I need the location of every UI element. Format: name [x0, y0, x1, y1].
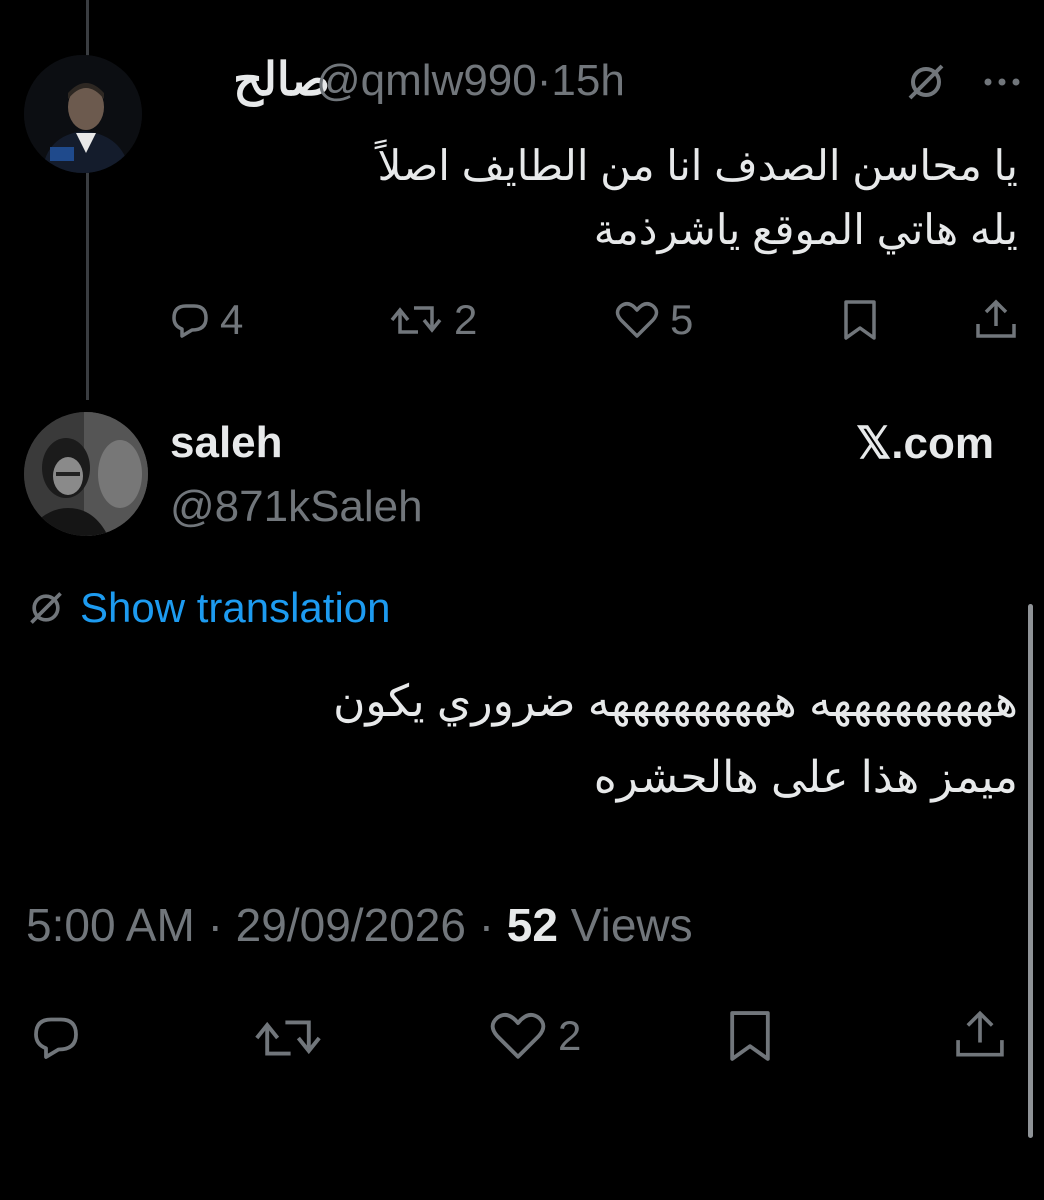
scrollbar[interactable] [1028, 604, 1033, 1138]
bookmark-icon[interactable] [722, 1008, 778, 1069]
reply-handle[interactable]: @qmlw990 [316, 56, 537, 105]
like-count: 2 [558, 1012, 582, 1059]
like-count: 5 [670, 296, 694, 343]
separator: · [207, 899, 223, 951]
share-icon[interactable] [950, 1006, 1010, 1067]
main-display-name[interactable]: saleh [170, 418, 283, 468]
main-text-line: هههههههههه هههههههههه ضروري يكون [333, 677, 1018, 726]
repost-button[interactable]: 2 [388, 296, 477, 344]
translate-icon[interactable] [904, 60, 948, 109]
show-translation-label: Show translation [80, 584, 391, 631]
repost-icon [255, 1020, 321, 1056]
tweet-meta: 5:00 AM · 29/09/2026 · 52 Views [26, 898, 693, 952]
avatar[interactable] [24, 55, 142, 173]
avatar[interactable] [24, 412, 148, 536]
bookmark-icon[interactable] [840, 298, 880, 347]
like-button[interactable]: 2 [488, 1010, 581, 1062]
reply-button[interactable] [26, 1012, 86, 1067]
show-translation-link[interactable]: Show translation [26, 584, 391, 632]
reply-text-line: يا محاسن الصدف انا من الطايف اصلاً [377, 142, 1018, 189]
translate-icon [30, 592, 62, 624]
views-label: Views [570, 899, 693, 951]
comment-icon [34, 1017, 78, 1059]
reply-text: يا محاسن الصدف انا من الطايف اصلاً يله ه… [158, 134, 1018, 262]
separator: · [536, 56, 552, 105]
reply-time[interactable]: 15h [551, 56, 624, 105]
main-text: هههههههههه هههههههههه ضروري يكون ميمز هذ… [28, 664, 1018, 816]
tweet-date[interactable]: 29/09/2026 [236, 899, 466, 951]
separator: · [478, 899, 495, 951]
main-text-line: ميمز هذا على هالحشره [593, 753, 1018, 802]
share-icon[interactable] [972, 296, 1020, 347]
source-watermark: 𝕏.com [855, 419, 994, 468]
repost-icon [390, 306, 442, 334]
avatar-photo [24, 55, 142, 173]
comment-icon [172, 304, 208, 338]
reply-count: 4 [220, 296, 244, 343]
reply-text-line: يله هاتي الموقع ياشرذمة [593, 206, 1018, 253]
repost-count: 2 [454, 296, 478, 343]
reply-button[interactable]: 4 [170, 296, 243, 344]
views-count: 52 [506, 899, 558, 951]
heart-icon [615, 302, 659, 338]
avatar-photo [24, 412, 148, 536]
repost-button[interactable] [250, 1012, 326, 1069]
heart-icon [490, 1012, 546, 1059]
main-handle[interactable]: @871kSaleh [170, 482, 423, 532]
tweet-time[interactable]: 5:00 AM [26, 899, 195, 951]
like-button[interactable]: 5 [614, 296, 693, 344]
more-options-icon[interactable] [980, 60, 1024, 109]
reply-handle-time: @qmlw990·15h [316, 56, 625, 106]
